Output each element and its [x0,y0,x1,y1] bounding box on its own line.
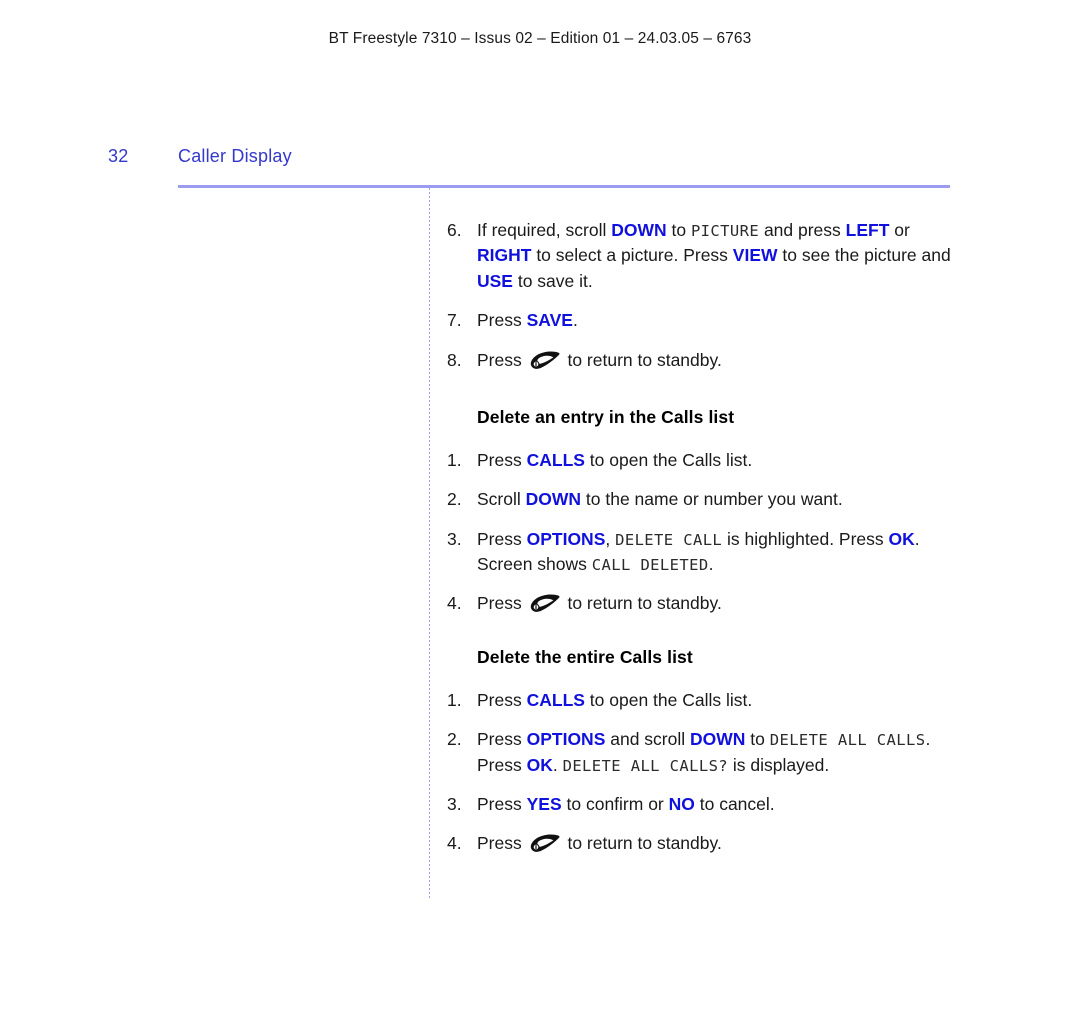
key-label: OPTIONS [526,729,606,750]
key-label: OPTIONS [526,528,606,549]
step-text: Press CALLS to open the Calls list. [477,689,753,710]
step-text: If required, scroll DOWN to PICTURE and … [477,220,951,291]
step-text: Press to return to standby. [477,593,722,614]
key-label: DOWN [611,220,667,240]
end-call-icon [529,350,561,371]
numbered-step: 2. Scroll DOWN to the name or number you … [447,487,957,512]
end-call-icon [529,594,561,614]
key-label: DOWN [690,729,746,750]
step-number: 1. [447,689,462,710]
step-number: 3. [447,528,462,549]
section-heading: Delete an entry in the Calls list [477,406,735,427]
body-content-column: 6. If required, scroll DOWN to PICTURE an… [447,218,957,871]
end-call-icon [529,834,561,854]
numbered-step: 2. Press OPTIONS and scroll DOWN to DELET… [447,727,957,778]
step-text: Press YES to confirm or NO to cancel. [477,793,775,814]
step-number: 3. [447,793,462,814]
key-label: USE [477,270,513,291]
step-text: Press OPTIONS and scroll DOWN to DELETE … [477,729,931,775]
numbered-step: 1. Press CALLS to open the Calls list. [447,688,957,713]
key-label: RIGHT [477,245,532,266]
step-text: Press CALLS to open the Calls list. [477,449,753,470]
key-label: LEFT [845,220,890,240]
key-label: OK [888,528,915,549]
header-rule [178,185,950,188]
chapter-title: Caller Display [178,146,292,166]
screen-text: DELETE ALL CALLS? [562,756,729,775]
screen-text: CALL DELETED [591,556,709,574]
step-text: Scroll DOWN to the name or number you wa… [477,489,843,510]
numbered-step: 8. Press to return to standby. [447,348,957,373]
screen-text: DELETE CALL [615,530,723,549]
column-divider [429,188,430,898]
key-label: OK [526,754,553,775]
step-number: 1. [447,449,462,470]
step-number: 2. [447,489,462,510]
key-label: VIEW [732,245,778,266]
key-label: CALLS [526,689,585,710]
section-heading: Delete the entire Calls list [477,646,693,667]
numbered-step: 7. Press SAVE. [447,308,957,333]
step-number: 4. [447,833,462,854]
numbered-step: 4. Press to return to standby. [447,591,957,616]
numbered-step: 3. Press YES to confirm or NO to cancel. [447,792,957,817]
step-number: 2. [447,729,462,750]
numbered-step: 6. If required, scroll DOWN to PICTURE an… [447,218,957,294]
step-number: 7. [447,310,462,331]
step-text: Press SAVE. [477,310,578,331]
step-text: Press to return to standby. [477,349,722,371]
step-number: 4. [447,593,462,614]
key-label: SAVE [526,310,573,331]
screen-text: DELETE ALL CALLS [769,731,926,750]
page-number: 32 [108,146,129,166]
numbered-step: 3. Press OPTIONS, DELETE CALL is highligh… [447,527,957,578]
numbered-step: 1. Press CALLS to open the Calls list. [447,448,957,473]
key-label: DOWN [525,489,582,510]
step-number: 8. [447,349,462,370]
key-label: YES [526,793,562,814]
step-text: Press to return to standby. [477,833,722,854]
key-label: CALLS [526,449,585,470]
running-header: BT Freestyle 7310 – Issus 02 – Edition 0… [328,30,752,47]
key-label: NO [668,793,695,814]
step-number: 6. [447,220,462,240]
screen-text: PICTURE [690,222,760,240]
page-header: 32 Caller Display [0,146,1080,176]
step-text: Press OPTIONS, DELETE CALL is highlighte… [477,528,920,574]
numbered-step: 4. Press to return to standby. [447,831,957,856]
